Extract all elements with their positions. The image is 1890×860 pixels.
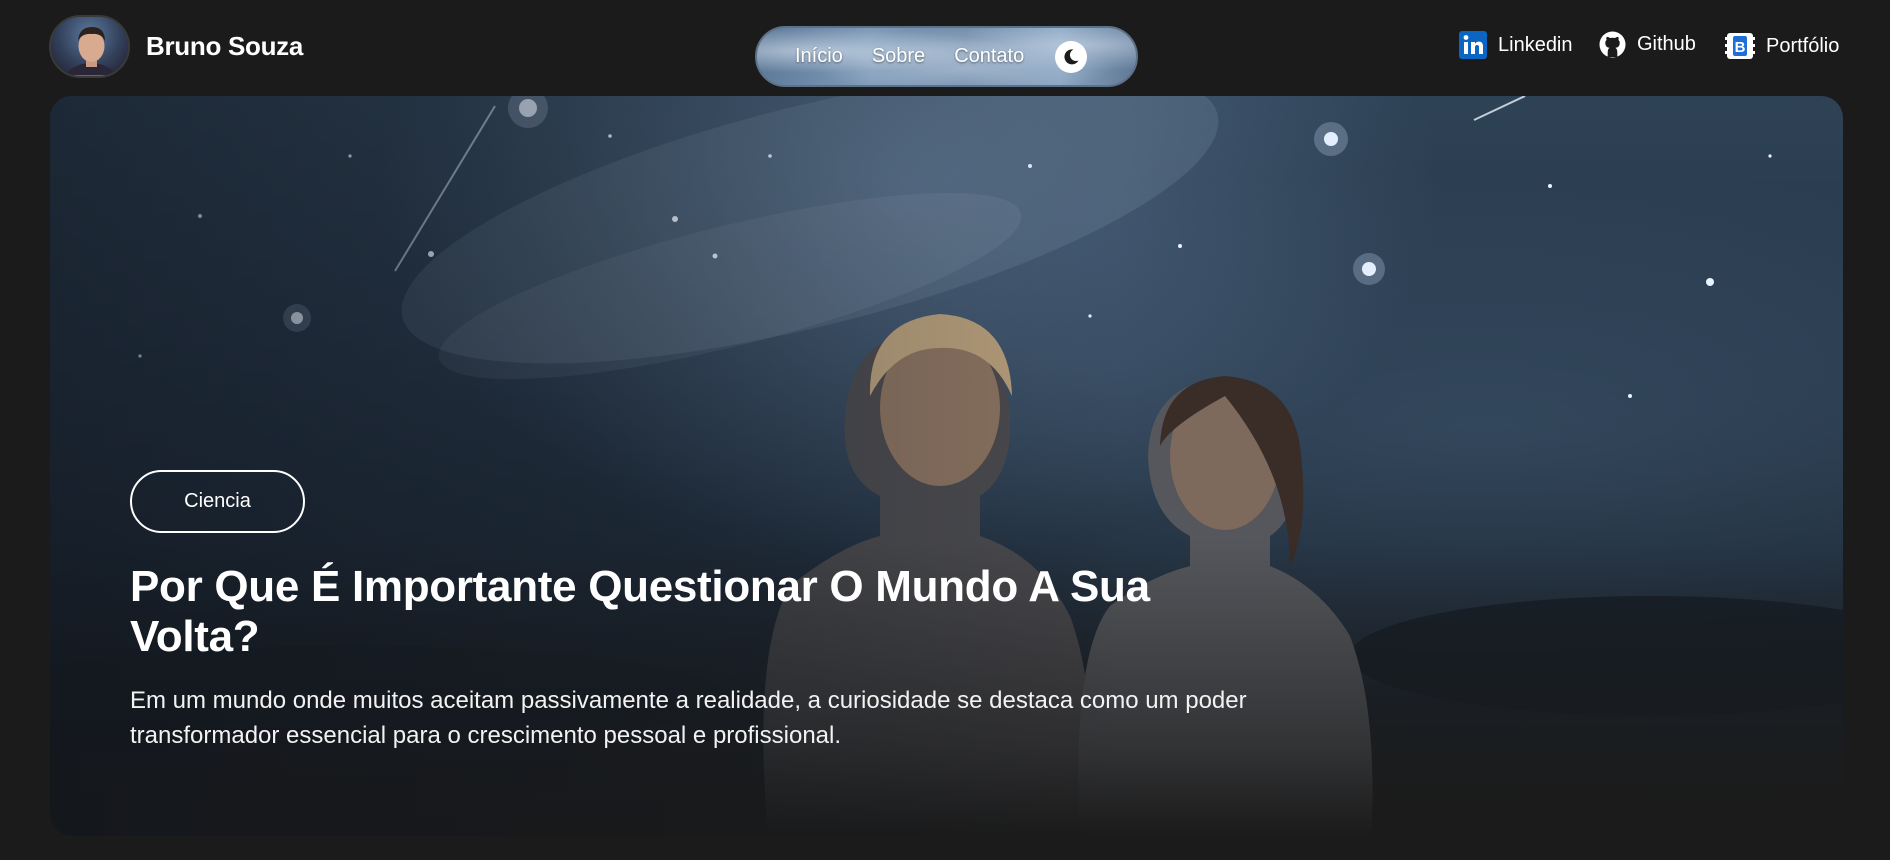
top-header: Bruno Souza Início Sobre Contato Linkedi…	[0, 0, 1890, 96]
nav-link-sobre[interactable]: Sobre	[872, 45, 925, 68]
github-link[interactable]: Github	[1599, 31, 1696, 58]
moon-icon	[1064, 48, 1079, 64]
avatar[interactable]	[49, 15, 130, 78]
article-title[interactable]: Por Que É Importante Questionar O Mundo …	[130, 562, 1230, 662]
brand-name: Bruno Souza	[146, 31, 304, 61]
nav-link-inicio[interactable]: Início	[795, 45, 843, 68]
linkedin-label: Linkedin	[1498, 33, 1573, 56]
main-nav: Início Sobre Contato	[755, 26, 1138, 87]
theme-toggle-button[interactable]	[1055, 40, 1088, 73]
svg-text:B: B	[1735, 39, 1746, 56]
github-label: Github	[1637, 33, 1696, 55]
brand[interactable]: Bruno Souza	[49, 15, 303, 78]
hero-banner[interactable]: Ciencia Por Que É Importante Questionar …	[50, 96, 1843, 836]
linkedin-icon	[1459, 31, 1487, 59]
portfolio-label: Portfólio	[1766, 34, 1840, 57]
nav-link-contato[interactable]: Contato	[954, 45, 1024, 68]
portfolio-icon: B	[1725, 31, 1755, 61]
article-description: Em um mundo onde muitos aceitam passivam…	[130, 687, 1247, 749]
github-icon	[1599, 31, 1626, 58]
linkedin-link[interactable]: Linkedin	[1459, 31, 1573, 59]
portfolio-link[interactable]: B Portfólio	[1725, 31, 1839, 61]
category-tag[interactable]: Ciencia	[130, 470, 305, 533]
